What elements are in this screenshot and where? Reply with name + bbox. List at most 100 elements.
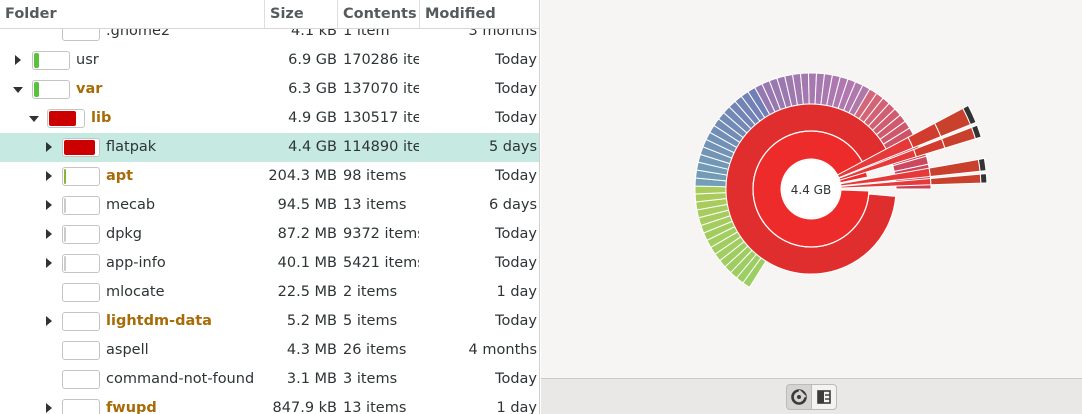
expander-closed-icon[interactable] bbox=[15, 55, 21, 65]
folder-modified: 4 months bbox=[468, 342, 537, 358]
folder-name: usr bbox=[76, 52, 99, 68]
folder-size: 4.3 MB bbox=[286, 342, 337, 358]
usage-bar bbox=[32, 51, 70, 70]
folder-modified: 6 days bbox=[488, 197, 537, 213]
table-row[interactable]: mecab 94.5 MB 13 items 6 days bbox=[0, 191, 539, 220]
usage-bar bbox=[62, 196, 100, 215]
table-row[interactable]: apt 204.3 MB 98 items Today bbox=[0, 162, 539, 191]
folder-modified: Today bbox=[495, 110, 537, 126]
treemap-chart-button[interactable] bbox=[811, 384, 837, 410]
folder-contents: 13 items bbox=[343, 400, 407, 414]
usage-bar-fill bbox=[64, 227, 66, 242]
column-header-modified[interactable]: Modified bbox=[420, 0, 539, 28]
table-row[interactable]: app-info 40.1 MB 5421 items Today bbox=[0, 249, 539, 278]
folder-size: 5.2 MB bbox=[286, 313, 337, 329]
expander-open-icon[interactable] bbox=[29, 116, 39, 122]
folder-size: 40.1 MB bbox=[277, 255, 337, 271]
table-row[interactable]: usr 6.9 GB 170286 items Today bbox=[0, 46, 539, 75]
folder-modified: Today bbox=[495, 371, 537, 387]
table-row[interactable]: aspell 4.3 MB 26 items 4 months bbox=[0, 336, 539, 365]
expander-closed-icon[interactable] bbox=[46, 258, 52, 268]
ring-segment-flyout[interactable] bbox=[977, 157, 987, 172]
folder-name: aspell bbox=[106, 342, 149, 358]
usage-bar bbox=[62, 341, 100, 360]
chart-panel: 4.4 GB bbox=[541, 0, 1082, 378]
table-row[interactable]: command-not-found 3.1 MB 3 items Today bbox=[0, 365, 539, 394]
chart-center-label: 4.4 GB bbox=[791, 183, 831, 197]
folder-modified: Today bbox=[495, 313, 537, 329]
folder-name: app-info bbox=[106, 255, 166, 271]
ring-segment-flyout[interactable] bbox=[928, 158, 981, 178]
table-row[interactable]: flatpak 4.4 GB 114890 items 5 days bbox=[0, 133, 539, 162]
expander-open-icon[interactable] bbox=[13, 87, 23, 93]
usage-bar-fill bbox=[34, 53, 39, 68]
ring-segment-outer[interactable] bbox=[694, 185, 727, 195]
rings-chart-icon bbox=[791, 389, 807, 405]
folder-name: lightdm-data bbox=[106, 313, 212, 329]
folder-name: command-not-found bbox=[106, 371, 255, 387]
folder-size: 4.4 GB bbox=[288, 139, 337, 155]
table-row[interactable]: var 6.3 GB 137070 items Today bbox=[0, 75, 539, 104]
table-row[interactable]: fwupd 847.9 kB 13 items 1 day bbox=[0, 394, 539, 414]
expander-closed-icon[interactable] bbox=[46, 171, 52, 181]
expander-closed-icon[interactable] bbox=[46, 403, 52, 413]
expander-closed-icon[interactable] bbox=[46, 316, 52, 326]
expander-closed-icon[interactable] bbox=[46, 142, 52, 152]
usage-bar bbox=[62, 312, 100, 331]
column-header-bar: Folder Size Contents Modified bbox=[0, 0, 539, 29]
usage-bar bbox=[62, 167, 100, 186]
table-row[interactable]: lightdm-data 5.2 MB 5 items Today bbox=[0, 307, 539, 336]
expander-closed-icon[interactable] bbox=[46, 200, 52, 210]
usage-bar bbox=[62, 399, 100, 414]
folder-contents: 130517 items bbox=[343, 110, 419, 126]
column-header-contents[interactable]: Contents bbox=[338, 0, 420, 28]
folder-name: dpkg bbox=[106, 226, 143, 242]
folder-size: 204.3 MB bbox=[268, 168, 337, 184]
folder-contents: 170286 items bbox=[343, 52, 419, 68]
folder-contents: 26 items bbox=[343, 342, 407, 358]
folder-contents: 3 items bbox=[343, 371, 398, 387]
usage-bar bbox=[62, 283, 100, 302]
folder-name: apt bbox=[106, 168, 134, 184]
folder-size: 3.1 MB bbox=[286, 371, 337, 387]
column-header-folder[interactable]: Folder bbox=[0, 0, 265, 28]
folder-size: 6.9 GB bbox=[288, 52, 337, 68]
folder-name: lib bbox=[91, 110, 112, 126]
folder-modified: 1 day bbox=[496, 400, 537, 414]
folder-contents: 5 items bbox=[343, 313, 398, 329]
folder-size: 847.9 kB bbox=[272, 400, 337, 414]
folder-name: mecab bbox=[106, 197, 156, 213]
folder-name: flatpak bbox=[106, 139, 157, 155]
folder-size: 6.3 GB bbox=[288, 81, 337, 97]
usage-bar-fill bbox=[64, 256, 66, 271]
usage-bar bbox=[32, 80, 70, 99]
folder-size: 22.5 MB bbox=[277, 284, 337, 300]
rings-chart-button[interactable] bbox=[786, 384, 812, 410]
folder-contents: 114890 items bbox=[343, 139, 419, 155]
ring-segment-flyout[interactable] bbox=[979, 173, 988, 184]
treemap-chart-icon bbox=[817, 390, 831, 404]
chart-switcher-bar bbox=[541, 378, 1082, 414]
usage-bar bbox=[62, 254, 100, 273]
folder-size: 94.5 MB bbox=[277, 197, 337, 213]
folder-contents: 2 items bbox=[343, 284, 398, 300]
usage-bar-fill bbox=[64, 198, 66, 213]
table-row[interactable]: dpkg 87.2 MB 9372 items Today bbox=[0, 220, 539, 249]
rings-chart[interactable]: 4.4 GB bbox=[541, 0, 1082, 378]
folder-tree-panel[interactable]: .gnome2 4.1 kB 1 item 3 months usr 6.9 GB 1702… bbox=[0, 0, 540, 414]
usage-bar bbox=[62, 370, 100, 389]
usage-bar bbox=[47, 109, 85, 128]
folder-contents: 5421 items bbox=[343, 255, 419, 271]
folder-contents: 98 items bbox=[343, 168, 407, 184]
column-header-size[interactable]: Size bbox=[265, 0, 338, 28]
table-row[interactable]: lib 4.9 GB 130517 items Today bbox=[0, 104, 539, 133]
folder-contents: 13 items bbox=[343, 197, 407, 213]
table-row[interactable]: mlocate 22.5 MB 2 items 1 day bbox=[0, 278, 539, 307]
usage-bar-fill bbox=[64, 169, 66, 184]
folder-name: mlocate bbox=[106, 284, 165, 300]
usage-bar-fill bbox=[49, 111, 76, 126]
folder-modified: Today bbox=[495, 255, 537, 271]
folder-contents: 9372 items bbox=[343, 226, 419, 242]
usage-bar bbox=[62, 138, 100, 157]
expander-closed-icon[interactable] bbox=[46, 229, 52, 239]
